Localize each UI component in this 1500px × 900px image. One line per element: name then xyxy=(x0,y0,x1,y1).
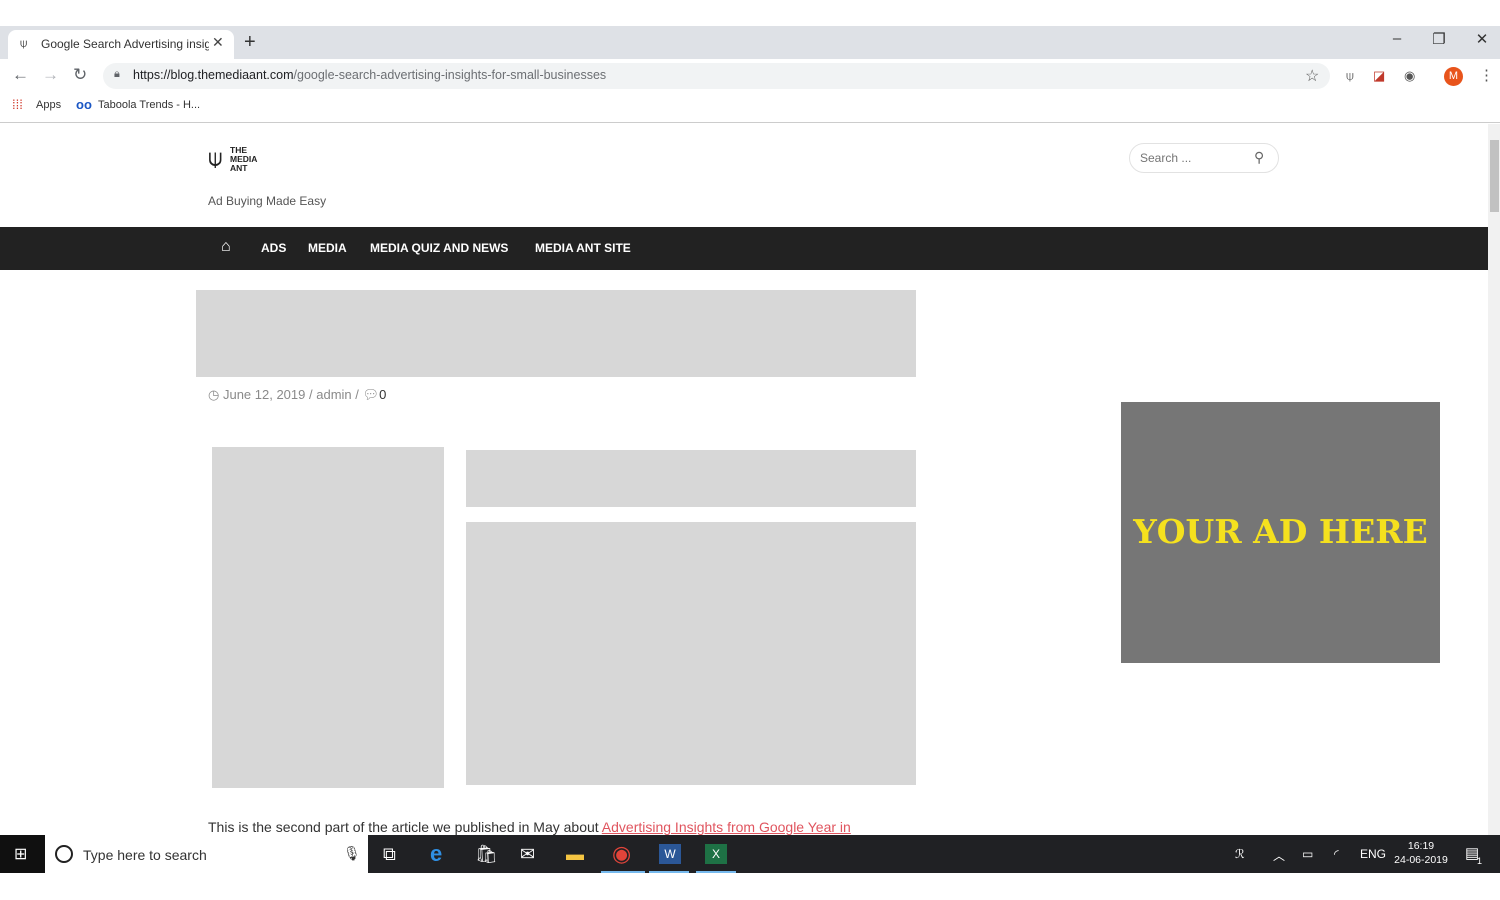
bookmark-star-icon[interactable]: ☆ xyxy=(1305,66,1319,86)
forward-arrow-icon[interactable]: → xyxy=(42,65,59,85)
url-text: https://blog.themediaant.com/google-sear… xyxy=(133,68,607,82)
address-bar[interactable]: 🔒︎ https://blog.themediaant.com/google-s… xyxy=(103,63,1330,89)
mail-icon[interactable]: ✉ xyxy=(520,844,535,865)
comment-icon: 💬︎ xyxy=(362,387,380,402)
web-page: ⍦ THE MEDIA ANT Ad Buying Made Easy ⚲ ⌂ … xyxy=(0,124,1488,835)
screen: ⍦ Google Search Advertising insigh ✕ + –… xyxy=(0,0,1500,900)
cortana-icon xyxy=(55,845,73,863)
word-icon[interactable]: W xyxy=(659,844,681,864)
meta-separator: / xyxy=(309,387,313,402)
edge-icon[interactable]: e xyxy=(430,841,442,867)
profile-avatar[interactable]: M xyxy=(1444,67,1463,86)
nav-media-quiz-and-news[interactable]: MEDIA QUIZ AND NEWS xyxy=(370,241,508,255)
sidebar-ad-banner[interactable]: YOUR AD HERE xyxy=(1121,402,1440,663)
battery-icon[interactable]: ▭ xyxy=(1302,847,1313,861)
windows-logo-icon: ⊞ xyxy=(14,846,28,863)
search-input[interactable] xyxy=(1140,150,1250,166)
clock-date: 24-06-2019 xyxy=(1394,854,1448,866)
body-text: This is the second part of the article w… xyxy=(208,819,602,835)
language-indicator[interactable]: ENG xyxy=(1360,847,1386,861)
new-tab-button[interactable]: + xyxy=(244,30,256,54)
bookmark-taboola[interactable]: Taboola Trends - H... xyxy=(98,99,200,111)
comment-count[interactable]: 0 xyxy=(379,387,386,402)
nav-media-ant-site[interactable]: MEDIA ANT SITE xyxy=(535,241,631,255)
taskbar-search-placeholder: Type here to search xyxy=(83,847,207,863)
show-hidden-icons-chevron-icon[interactable]: ︿ xyxy=(1273,847,1285,864)
home-icon[interactable]: ⌂ xyxy=(221,238,231,256)
pdf-extension-icon[interactable]: ◪ xyxy=(1373,68,1385,84)
ant-extension-icon[interactable]: ⍦ xyxy=(1346,68,1354,84)
restore-icon[interactable]: ❐ xyxy=(1424,30,1454,48)
page-scrollbar[interactable] xyxy=(1488,124,1500,835)
main-nav: ⌂ ADS MEDIA MEDIA QUIZ AND NEWS MEDIA AN… xyxy=(0,227,1488,270)
scrollbar-thumb[interactable] xyxy=(1490,140,1499,212)
clock-time: 16:19 xyxy=(1407,840,1435,852)
post-meta: ◷ June 12, 2019 / admin / 💬︎0 xyxy=(208,387,386,403)
apps-grid-icon: ⁞⁞⁞ xyxy=(12,97,23,112)
post-body-paragraph: This is the second part of the article w… xyxy=(208,819,851,835)
chrome-icon[interactable]: ◉ xyxy=(612,841,631,867)
wifi-icon[interactable]: ◜ xyxy=(1334,847,1339,861)
nav-ads[interactable]: ADS xyxy=(261,241,286,255)
taskbar-search[interactable]: Type here to search 🎙︎ xyxy=(45,835,368,873)
minimize-icon[interactable]: – xyxy=(1382,30,1412,47)
site-logo[interactable]: ⍦ THE MEDIA ANT xyxy=(208,142,268,182)
image-placeholder-left xyxy=(212,447,444,788)
search-icon[interactable]: ⚲ xyxy=(1254,149,1264,166)
word-active-indicator xyxy=(649,871,689,873)
site-tagline: Ad Buying Made Easy xyxy=(208,194,327,208)
post-date[interactable]: June 12, 2019 xyxy=(223,387,305,402)
ant-favicon-icon: ⍦ xyxy=(20,36,28,50)
excel-active-indicator xyxy=(696,871,736,873)
tab-title: Google Search Advertising insigh xyxy=(41,37,209,51)
bookmarks-bar: ⁞⁞⁞ Apps oo Taboola Trends - H... xyxy=(0,93,1500,123)
post-author[interactable]: admin xyxy=(316,387,351,402)
people-icon[interactable]: ℛ xyxy=(1235,847,1245,861)
meta-separator: / xyxy=(355,387,359,402)
store-icon[interactable]: 🛍︎ xyxy=(475,844,498,865)
taboola-icon: oo xyxy=(76,97,92,112)
circle-extension-icon[interactable]: ◉ xyxy=(1404,68,1415,84)
clock-icon: ◷ xyxy=(208,387,220,402)
notification-count: 1 xyxy=(1477,856,1483,866)
reload-icon[interactable]: ↻ xyxy=(73,65,87,85)
browser-menu-icon[interactable]: ⋮ xyxy=(1479,66,1494,84)
task-view-icon[interactable]: ⧉ xyxy=(383,844,396,865)
microphone-icon[interactable]: 🎙︎ xyxy=(343,845,361,862)
system-clock[interactable]: 16:19 24-06-2019 xyxy=(1390,839,1452,867)
image-placeholder-top-right xyxy=(466,450,916,507)
lock-icon: 🔒︎ xyxy=(114,68,120,80)
excel-icon[interactable]: X xyxy=(705,844,727,864)
window-close-icon[interactable]: ✕ xyxy=(1467,30,1497,48)
post-title-placeholder xyxy=(196,290,916,377)
image-placeholder-bottom-right xyxy=(466,522,916,785)
logo-text-ant: ANT xyxy=(230,163,248,173)
nav-media[interactable]: MEDIA xyxy=(308,241,347,255)
bookmark-apps[interactable]: Apps xyxy=(36,99,61,111)
file-explorer-icon[interactable]: ▬ xyxy=(566,844,584,865)
site-search: ⚲ xyxy=(1129,143,1279,173)
ad-text: YOUR AD HERE xyxy=(1133,512,1428,551)
back-arrow-icon[interactable]: ← xyxy=(12,65,29,85)
chrome-active-indicator xyxy=(601,871,645,873)
browser-tab[interactable]: ⍦ Google Search Advertising insigh ✕ xyxy=(8,30,234,59)
close-tab-icon[interactable]: ✕ xyxy=(212,34,224,51)
start-button[interactable]: ⊞ xyxy=(0,835,45,873)
ant-logo-icon: ⍦ xyxy=(208,145,223,172)
article-link[interactable]: Advertising Insights from Google Year in xyxy=(602,819,851,835)
